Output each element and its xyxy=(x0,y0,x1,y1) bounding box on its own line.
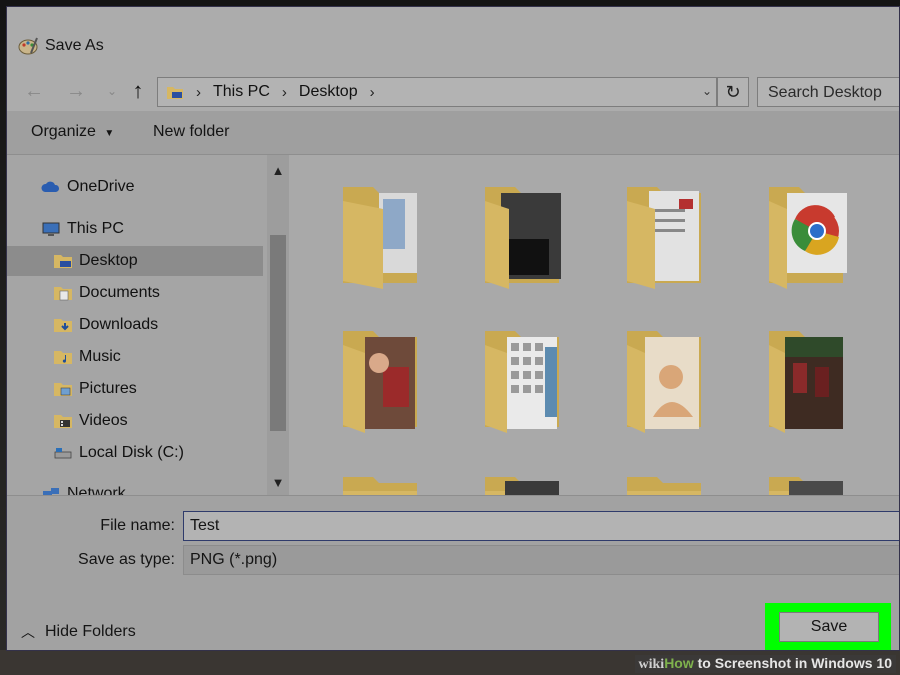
nav-label: Downloads xyxy=(79,316,159,333)
watermark-text: to Screenshot in Windows 10 xyxy=(693,655,892,671)
nav-scrollbar[interactable]: ▲ ▼ xyxy=(267,155,289,495)
nav-label: OneDrive xyxy=(67,178,135,195)
paint-palette-icon xyxy=(18,37,38,55)
save-options-pane: File name: Save as type: PNG (*.png) ︿ H… xyxy=(7,495,899,650)
navigation-pane: OneDrive This PC Desktop Documents Downl… xyxy=(7,155,267,495)
folder-tile[interactable] xyxy=(765,179,855,289)
folder-icon xyxy=(627,477,701,495)
nav-label: Local Disk (C:) xyxy=(79,444,184,461)
forward-arrow-icon[interactable]: → xyxy=(63,77,89,105)
nav-item-onedrive[interactable]: OneDrive xyxy=(7,172,263,202)
refresh-icon[interactable]: ↻ xyxy=(717,77,749,107)
folder-icon xyxy=(485,187,561,289)
nav-item-videos[interactable]: Videos xyxy=(7,406,263,436)
folder-icon xyxy=(343,187,417,289)
save-type-label: Save as type: xyxy=(78,551,175,568)
folder-tile[interactable] xyxy=(339,179,429,289)
folder-tile[interactable] xyxy=(481,473,571,495)
breadcrumb-separator: › xyxy=(196,83,201,101)
pictures-folder-icon xyxy=(54,383,72,396)
desktop-folder-icon xyxy=(54,255,72,268)
nav-item-network[interactable]: Network xyxy=(7,479,263,495)
watermark-wiki: wiki xyxy=(638,657,665,672)
back-arrow-icon[interactable]: ← xyxy=(21,77,47,105)
chevron-up-icon: ︿ xyxy=(21,624,35,640)
cloud-icon xyxy=(41,181,60,192)
breadcrumb-separator[interactable]: › xyxy=(370,84,375,101)
nav-label: Network xyxy=(67,485,126,495)
computer-icon xyxy=(42,222,60,236)
folder-icon xyxy=(485,331,559,433)
folder-icon xyxy=(485,477,559,495)
dialog-title: Save As xyxy=(45,37,104,54)
address-dropdown-icon[interactable]: ⌄ xyxy=(702,84,712,98)
folder-icon xyxy=(343,477,417,495)
videos-folder-icon xyxy=(54,415,72,428)
organize-button[interactable]: Organize ▼ xyxy=(31,123,114,141)
desktop-folder-icon xyxy=(167,87,183,99)
save-as-dialog: Save As ← → ⌄ ↑ › This PC › Desktop › ⌄ … xyxy=(6,6,900,651)
address-bar-row: ← → ⌄ ↑ › This PC › Desktop › ⌄ ↻ Search… xyxy=(7,71,899,111)
filename-label: File name: xyxy=(100,517,175,534)
file-view xyxy=(289,155,899,495)
scroll-up-icon[interactable]: ▲ xyxy=(267,159,289,181)
save-type-select[interactable]: PNG (*.png) xyxy=(183,545,899,575)
nav-item-desktop[interactable]: Desktop xyxy=(7,246,263,276)
scroll-down-icon[interactable]: ▼ xyxy=(267,471,289,493)
folder-tile[interactable] xyxy=(623,179,713,289)
disk-icon xyxy=(54,448,72,459)
nav-label: Pictures xyxy=(79,380,137,397)
watermark-how: How xyxy=(664,655,694,671)
folder-tile[interactable] xyxy=(765,327,855,437)
nav-item-this-pc[interactable]: This PC xyxy=(7,214,263,244)
nav-label: Videos xyxy=(79,412,128,429)
network-icon xyxy=(43,488,59,495)
folder-icon xyxy=(769,187,847,289)
folder-tile[interactable] xyxy=(339,473,429,495)
nav-label: Documents xyxy=(79,284,160,301)
scroll-thumb[interactable] xyxy=(270,235,286,431)
breadcrumb-separator: › xyxy=(281,83,287,101)
hide-folders-button[interactable]: ︿ Hide Folders xyxy=(21,622,136,642)
documents-folder-icon xyxy=(54,287,72,301)
search-input[interactable]: Search Desktop xyxy=(757,77,899,107)
folder-tile[interactable] xyxy=(339,327,429,437)
nav-item-downloads[interactable]: Downloads xyxy=(7,310,263,340)
filename-input[interactable] xyxy=(183,511,899,541)
hide-folders-label: Hide Folders xyxy=(45,623,136,640)
nav-label: Music xyxy=(79,348,121,365)
nav-item-local-disk[interactable]: Local Disk (C:) xyxy=(7,438,263,468)
caret-down-icon: ▼ xyxy=(104,128,115,139)
up-arrow-icon[interactable]: ↑ xyxy=(125,77,151,105)
breadcrumb-desktop[interactable]: Desktop xyxy=(299,83,358,101)
music-folder-icon xyxy=(54,351,72,364)
nav-item-documents[interactable]: Documents xyxy=(7,278,263,308)
nav-label: Desktop xyxy=(79,252,138,269)
nav-label: This PC xyxy=(67,220,124,237)
breadcrumb-this-pc[interactable]: This PC xyxy=(213,83,270,101)
downloads-folder-icon xyxy=(54,319,72,332)
folder-icon xyxy=(627,187,701,289)
folder-tile[interactable] xyxy=(765,473,855,495)
new-folder-button[interactable]: New folder xyxy=(153,123,229,141)
folder-tile[interactable] xyxy=(481,327,571,437)
organize-label: Organize xyxy=(31,123,96,140)
nav-item-pictures[interactable]: Pictures xyxy=(7,374,263,404)
folder-tile[interactable] xyxy=(623,327,713,437)
save-button[interactable]: Save xyxy=(779,612,879,642)
address-box[interactable]: › This PC › Desktop › ⌄ xyxy=(157,77,717,107)
nav-item-music[interactable]: Music xyxy=(7,342,263,372)
folder-tile[interactable] xyxy=(623,473,713,495)
command-toolbar: Organize ▼ New folder xyxy=(7,111,899,155)
folder-icon xyxy=(769,477,843,495)
title-bar: Save As xyxy=(7,7,899,71)
folder-icon xyxy=(769,331,843,433)
wikihow-watermark: wikiHow to Screenshot in Windows 10 xyxy=(634,655,896,673)
recent-dropdown-icon[interactable]: ⌄ xyxy=(99,77,125,105)
folder-tile[interactable] xyxy=(481,179,571,289)
folder-icon xyxy=(627,331,701,433)
folder-icon xyxy=(343,331,417,433)
